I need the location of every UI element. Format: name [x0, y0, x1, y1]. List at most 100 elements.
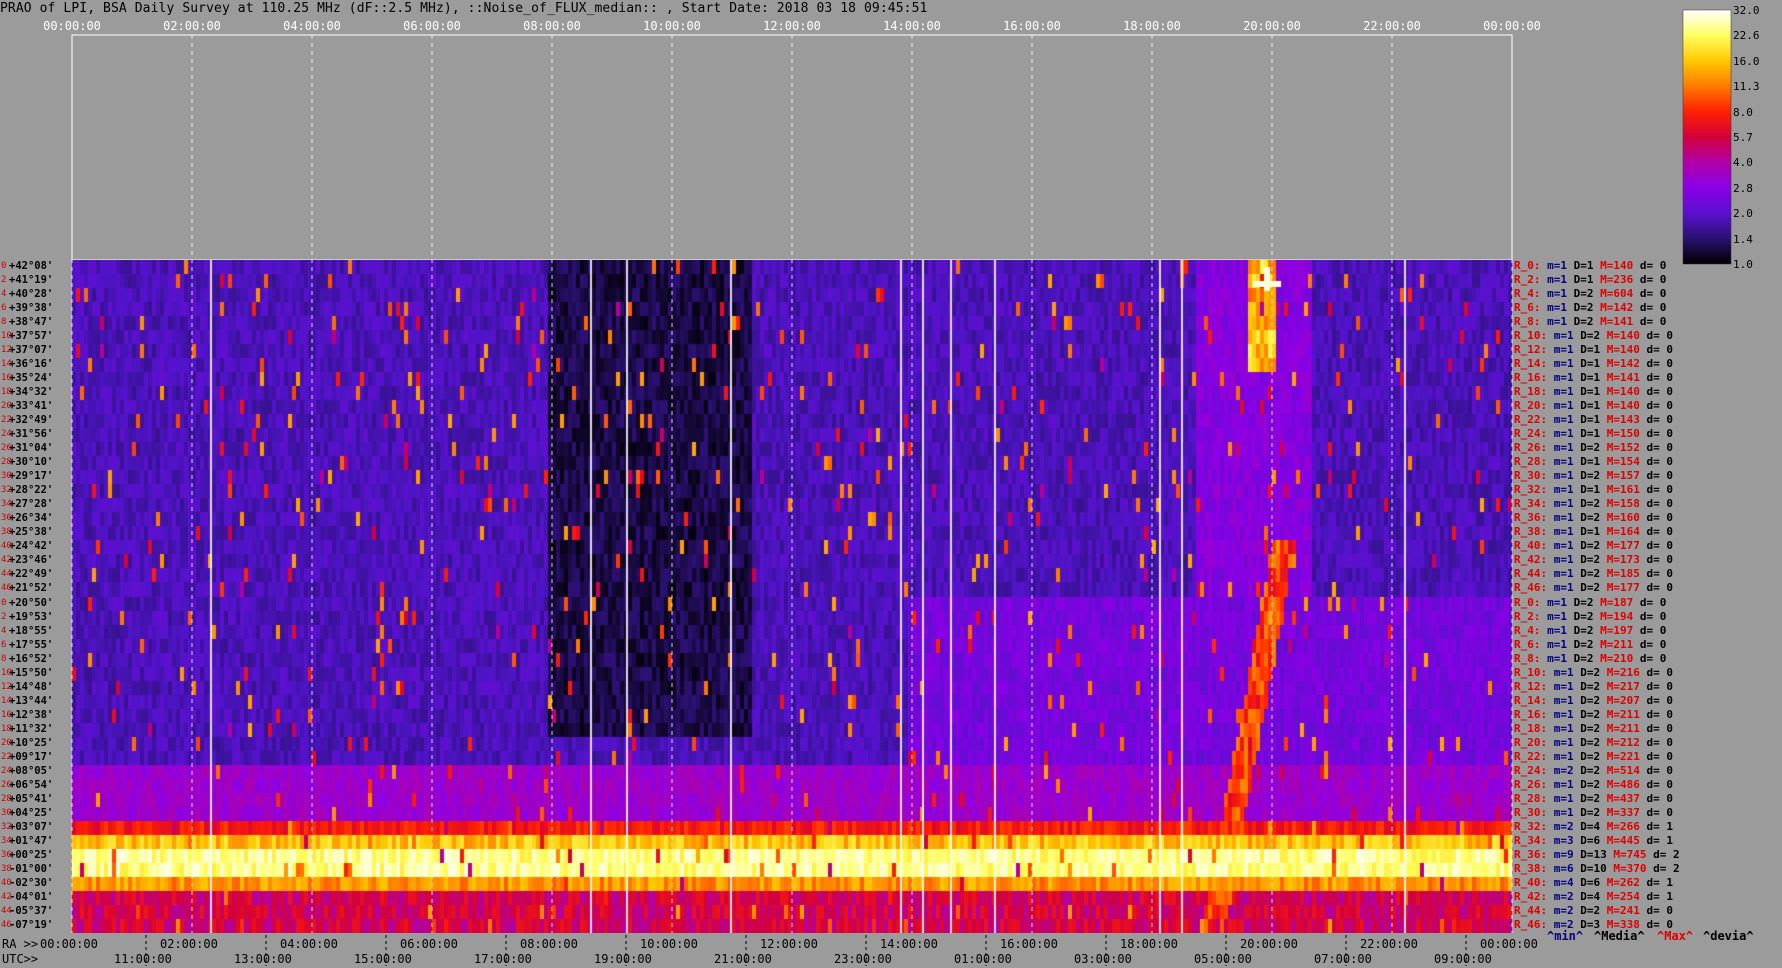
- row-index-label: 0: [1, 261, 7, 271]
- declination-label: +08°05': [9, 764, 54, 777]
- row-stat: R_30: m=1 D=2 M=157 d= 0: [1514, 469, 1673, 483]
- ra-tick-label: 14:00:00: [880, 937, 938, 951]
- declination-label: +31°56': [9, 428, 54, 441]
- declination-label: +20°50': [9, 596, 54, 609]
- top-tick-label: 00:00:00: [43, 19, 101, 33]
- row-index-label: 2: [1, 611, 7, 622]
- row-stat: R_46: m=1 D=2 M=177 d= 0: [1514, 581, 1673, 595]
- declination-label: +37°07': [9, 344, 54, 357]
- row-stat: R_26: m=1 D=2 M=486 d= 0: [1514, 777, 1673, 791]
- declination-label: +01°47': [9, 834, 54, 847]
- row-stat: R_42: m=2 D=4 M=254 d= 1: [1514, 889, 1673, 903]
- utc-tick-label: 09:00:00: [1434, 952, 1492, 966]
- ra-axis-prefix: RA >>: [2, 937, 39, 951]
- row-stat: R_14: m=1 D=1 M=142 d= 0: [1514, 357, 1673, 371]
- ra-tick-label: 00:00:00: [40, 937, 98, 951]
- declination-label: +39°38': [9, 302, 54, 315]
- row-stat: R_4: m=1 D=2 M=604 d= 0: [1514, 287, 1667, 301]
- row-stat: R_40: m=1 D=2 M=177 d= 0: [1514, 539, 1673, 553]
- declination-label: +04°25': [9, 806, 54, 819]
- row-stat: R_44: m=1 D=2 M=185 d= 0: [1514, 567, 1673, 581]
- row-index-label: 6: [1, 303, 7, 314]
- declination-label: +30°10': [9, 456, 54, 469]
- declination-label: +27°28': [9, 498, 54, 511]
- colorbar: [1682, 9, 1732, 265]
- row-stat: R_24: m=2 D=2 M=514 d= 0: [1514, 763, 1673, 777]
- declination-label: -02°30': [9, 876, 54, 889]
- top-tick-label: 14:00:00: [883, 19, 941, 33]
- declination-label: +36°16': [9, 358, 54, 371]
- declination-label: +33°41': [9, 400, 54, 413]
- declination-label: +14°48': [9, 680, 54, 693]
- utc-axis-prefix: UTC>>: [2, 952, 39, 966]
- row-stat: R_22: m=1 D=2 M=221 d= 0: [1514, 749, 1673, 763]
- top-tick-label: 04:00:00: [283, 19, 341, 33]
- top-tick-label: 08:00:00: [523, 19, 581, 33]
- ra-tick-label: 04:00:00: [280, 937, 338, 951]
- declination-label: +00°25': [9, 848, 54, 861]
- utc-tick-label: 21:00:00: [714, 952, 772, 966]
- top-tick-label: 22:00:00: [1363, 19, 1421, 33]
- declination-label: +10°25': [9, 736, 54, 749]
- declination-label: +19°53': [9, 610, 54, 623]
- ra-tick-label: 20:00:00: [1240, 937, 1298, 951]
- utc-tick-label: 17:00:00: [474, 952, 532, 966]
- utc-tick-label: 23:00:00: [834, 952, 892, 966]
- row-stat: R_20: m=1 D=2 M=212 d= 0: [1514, 735, 1673, 749]
- utc-tick-label: 13:00:00: [234, 952, 292, 966]
- row-stat: R_34: m=1 D=2 M=158 d= 0: [1514, 497, 1673, 511]
- ra-tick-label: 02:00:00: [160, 937, 218, 951]
- colorbar-tick-label: 4.0: [1733, 156, 1753, 170]
- row-stat: R_28: m=1 D=2 M=437 d= 0: [1514, 791, 1673, 805]
- declination-label: +34°32': [9, 386, 54, 399]
- row-stat: R_16: m=1 D=1 M=141 d= 0: [1514, 371, 1673, 385]
- declination-label: +23°46': [9, 554, 54, 567]
- declination-label: +11°32': [9, 722, 54, 735]
- declination-label: +41°19': [9, 274, 54, 287]
- declination-label: +09°17': [9, 750, 54, 763]
- declination-label: +12°38': [9, 708, 54, 721]
- row-stat: R_10: m=1 D=2 M=216 d= 0: [1514, 665, 1673, 679]
- declination-label: +42°08': [9, 260, 54, 272]
- declination-label: +17°55': [9, 638, 54, 651]
- row-stat: R_36: m=1 D=2 M=160 d= 0: [1514, 511, 1673, 525]
- row-stat: R_12: m=1 D=1 M=140 d= 0: [1514, 343, 1673, 357]
- row-stat: R_32: m=2 D=4 M=266 d= 1: [1514, 819, 1673, 833]
- top-tick-label: 02:00:00: [163, 19, 221, 33]
- utc-tick-label: 19:00:00: [594, 952, 652, 966]
- legend-min: ^min^: [1547, 929, 1584, 943]
- declination-label: +28°22': [9, 484, 54, 497]
- declination-label: +21°52': [9, 582, 54, 595]
- top-tick-label: 20:00:00: [1243, 19, 1301, 33]
- declination-label: -04°01': [9, 890, 54, 903]
- colorbar-tick-label: 22.6: [1733, 29, 1760, 43]
- row-stat: R_26: m=1 D=2 M=152 d= 0: [1514, 441, 1673, 455]
- utc-tick-label: 05:00:00: [1194, 952, 1252, 966]
- row-stat: R_42: m=1 D=2 M=173 d= 0: [1514, 553, 1673, 567]
- utc-tick-label: 15:00:00: [354, 952, 412, 966]
- declination-label: -07°19': [9, 918, 54, 931]
- row-stat: R_38: m=6 D=10 M=370 d= 2: [1514, 861, 1680, 875]
- legend-devia: ^devia^: [1703, 929, 1754, 943]
- row-stat: R_36: m=9 D=13 M=745 d= 2: [1514, 847, 1680, 861]
- ra-tick-label: 08:00:00: [520, 937, 578, 951]
- row-stat: R_8: m=1 D=2 M=141 d= 0: [1514, 315, 1667, 329]
- row-stat: R_44: m=2 D=2 M=241 d= 0: [1514, 903, 1673, 917]
- row-stat: R_0: m=1 D=1 M=140 d= 0: [1514, 259, 1667, 272]
- declination-label: +38°47': [9, 316, 54, 329]
- row-stat: R_28: m=1 D=1 M=154 d= 0: [1514, 455, 1673, 469]
- row-stat: R_0: m=1 D=2 M=187 d= 0: [1514, 595, 1667, 609]
- row-stat: R_2: m=1 D=2 M=194 d= 0: [1514, 609, 1667, 623]
- legend-max: ^Max^: [1657, 929, 1694, 943]
- ra-tick-label: 00:00:00: [1480, 937, 1538, 951]
- row-stat: R_12: m=1 D=2 M=217 d= 0: [1514, 679, 1673, 693]
- colorbar-tick-label: 32.0: [1733, 4, 1760, 17]
- ra-tick-label: 10:00:00: [640, 937, 698, 951]
- row-stat: R_38: m=1 D=1 M=164 d= 0: [1514, 525, 1673, 539]
- colorbar-tick-label: 11.3: [1733, 80, 1760, 94]
- row-index-label: 2: [1, 275, 7, 286]
- colorbar-tick-label: 16.0: [1733, 54, 1760, 68]
- declination-label: +16°52': [9, 652, 54, 665]
- ra-tick-label: 22:00:00: [1360, 937, 1418, 951]
- top-tick-label: 06:00:00: [403, 19, 461, 33]
